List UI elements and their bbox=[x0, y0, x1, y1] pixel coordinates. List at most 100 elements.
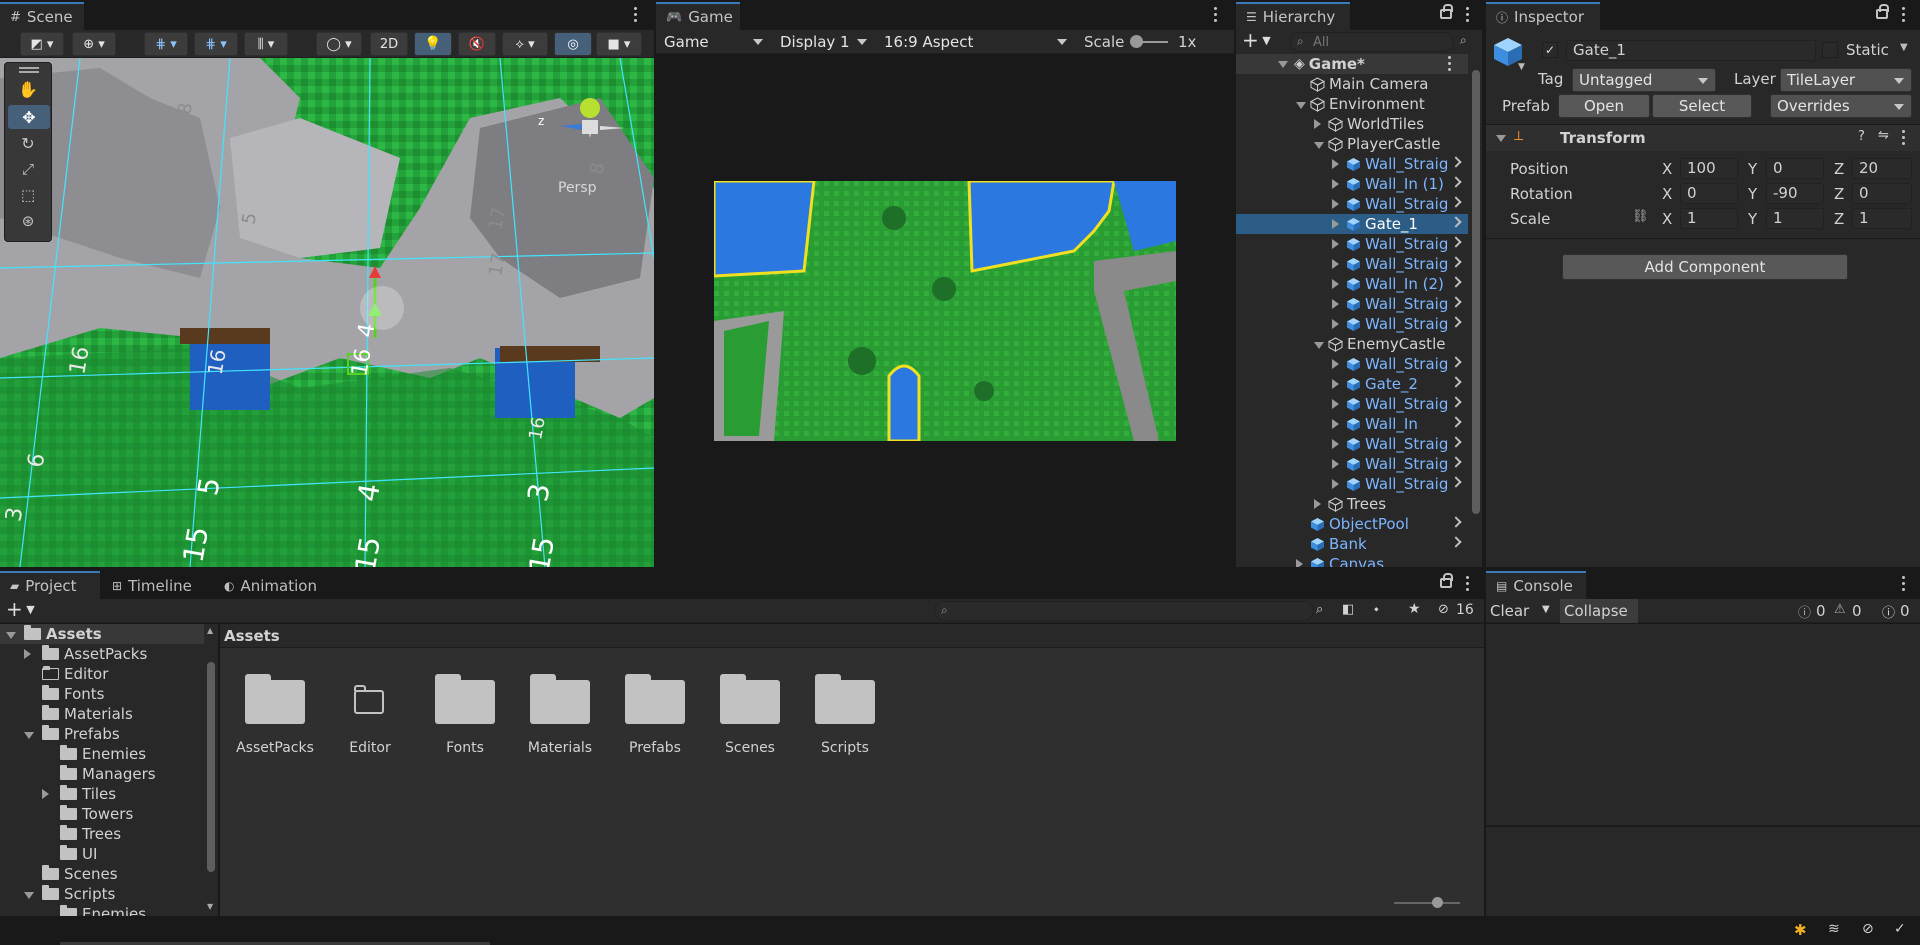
clear-button[interactable]: Clear bbox=[1490, 602, 1529, 620]
prefab-select-button[interactable]: Select bbox=[1652, 94, 1752, 118]
favorites-icon[interactable]: ★ bbox=[1408, 601, 1421, 617]
open-prefab-chevron-icon[interactable] bbox=[1450, 256, 1462, 268]
project-lock-icon[interactable] bbox=[1440, 573, 1453, 588]
scale-tool-icon[interactable]: ⤢ bbox=[17, 159, 39, 179]
open-prefab-chevron-icon[interactable] bbox=[1450, 416, 1462, 428]
tab-animation[interactable]: ◐ Animation bbox=[214, 571, 327, 599]
console-menu-icon[interactable] bbox=[1902, 576, 1906, 592]
asset-folder[interactable]: Editor bbox=[325, 654, 415, 756]
hidden-objects-button[interactable]: ◎ bbox=[554, 32, 592, 56]
project-tree-item[interactable]: Fonts bbox=[0, 684, 204, 704]
project-create-button[interactable]: + ▼ bbox=[6, 599, 42, 621]
scale-z-field[interactable]: 1 bbox=[1852, 208, 1912, 229]
asset-folder[interactable]: Fonts bbox=[420, 654, 510, 756]
tab-game[interactable]: 🎮 Game bbox=[656, 2, 740, 30]
expand-arrow-icon[interactable] bbox=[1332, 395, 1342, 413]
tab-project[interactable]: ▰ Project bbox=[0, 571, 100, 599]
expand-arrow-icon[interactable] bbox=[1278, 60, 1288, 68]
grid-snap-button[interactable]: ⋕ ▾ bbox=[144, 32, 188, 56]
hierarchy-item[interactable]: Trees bbox=[1236, 494, 1468, 514]
expand-arrow-icon[interactable] bbox=[1332, 275, 1342, 293]
persp-label[interactable]: Persp bbox=[558, 180, 597, 196]
draw-mode-button[interactable]: ◩ ▾ bbox=[20, 32, 64, 56]
expand-arrow-icon[interactable] bbox=[1332, 355, 1342, 373]
project-tree-item[interactable]: Scenes bbox=[0, 864, 204, 884]
expand-arrow-icon[interactable] bbox=[1314, 495, 1324, 513]
expand-arrow-icon[interactable] bbox=[1314, 115, 1324, 133]
project-tree-item[interactable]: Enemies bbox=[0, 744, 204, 764]
open-prefab-chevron-icon[interactable] bbox=[1450, 316, 1462, 328]
hierarchy-item[interactable]: Wall_Straig bbox=[1236, 154, 1468, 174]
open-prefab-chevron-icon[interactable] bbox=[1450, 356, 1462, 368]
scene-menu-icon[interactable] bbox=[634, 7, 638, 23]
debug-bug-icon[interactable]: ✱ bbox=[1794, 921, 1807, 939]
project-menu-icon[interactable] bbox=[1466, 576, 1470, 592]
open-prefab-chevron-icon[interactable] bbox=[1450, 396, 1462, 408]
scene-viewport[interactable]: 16 16 4 15 5 15 4 15 3 16 6 5 17 17 8 8 … bbox=[0, 58, 654, 567]
hierarchy-item[interactable]: PlayerCastle bbox=[1236, 134, 1468, 154]
expand-arrow-icon[interactable] bbox=[6, 625, 18, 643]
open-prefab-chevron-icon[interactable] bbox=[1450, 276, 1462, 288]
console-detail-area[interactable] bbox=[1486, 827, 1920, 916]
project-tree-scrollbar[interactable]: ▲ ▼ bbox=[204, 624, 218, 916]
hierarchy-item[interactable]: EnemyCastle bbox=[1236, 334, 1468, 354]
transform-header[interactable]: ⟂ Transform ? ⇋ bbox=[1486, 125, 1920, 151]
project-tree-item[interactable]: Prefabs bbox=[0, 724, 204, 744]
game-view-select[interactable]: Game bbox=[658, 30, 770, 54]
position-x-field[interactable]: 100 bbox=[1680, 158, 1738, 179]
expand-arrow-icon[interactable] bbox=[1332, 195, 1342, 213]
project-tree-item[interactable]: Towers bbox=[0, 804, 204, 824]
filter-by-label-icon[interactable]: ⬩ bbox=[1374, 602, 1379, 617]
tab-hierarchy[interactable]: ☰ Hierarchy bbox=[1236, 2, 1350, 30]
no-connection-icon[interactable]: ⊘ bbox=[1862, 921, 1874, 937]
tab-scene[interactable]: # Scene bbox=[0, 2, 84, 30]
hierarchy-search-field[interactable]: ⌕ bbox=[1290, 32, 1454, 52]
expand-arrow-icon[interactable] bbox=[1332, 415, 1342, 433]
prefab-open-button[interactable]: Open bbox=[1558, 94, 1650, 118]
globe-button[interactable]: ⊕ ▾ bbox=[72, 32, 116, 56]
open-prefab-chevron-icon[interactable] bbox=[1450, 436, 1462, 448]
asset-folder[interactable]: Scenes bbox=[705, 654, 795, 756]
expand-arrow-icon[interactable] bbox=[1332, 175, 1342, 193]
expand-arrow-icon[interactable] bbox=[1332, 455, 1342, 473]
project-tree-item[interactable]: AssetPacks bbox=[0, 644, 204, 664]
project-tree-item[interactable]: Managers bbox=[0, 764, 204, 784]
expand-arrow-icon[interactable] bbox=[24, 645, 36, 663]
hierarchy-item[interactable]: Wall_Straig bbox=[1236, 294, 1468, 314]
checkmark-icon[interactable]: ✓ bbox=[1894, 921, 1906, 937]
constrain-proportions-icon[interactable]: ⛓ bbox=[1632, 209, 1649, 224]
expand-arrow-icon[interactable] bbox=[1296, 555, 1306, 567]
open-prefab-chevron-icon[interactable] bbox=[1450, 476, 1462, 488]
lighting-toggle-button[interactable]: 💡 bbox=[414, 32, 452, 56]
asset-folder[interactable]: Materials bbox=[515, 654, 605, 756]
hierarchy-item[interactable]: Wall_Straig bbox=[1236, 194, 1468, 214]
inspector-menu-icon[interactable] bbox=[1902, 7, 1906, 23]
project-tree-item[interactable]: Trees bbox=[0, 824, 204, 844]
hierarchy-menu-icon[interactable] bbox=[1466, 7, 1470, 23]
hierarchy-lock-icon[interactable] bbox=[1440, 4, 1453, 19]
open-prefab-chevron-icon[interactable] bbox=[1450, 536, 1462, 548]
hierarchy-item[interactable]: WorldTiles bbox=[1236, 114, 1468, 134]
inspector-lock-icon[interactable] bbox=[1876, 4, 1889, 19]
hierarchy-item[interactable]: Wall_Straig bbox=[1236, 434, 1468, 454]
rotate-tool-icon[interactable]: ↻ bbox=[17, 133, 39, 153]
tag-select[interactable]: Untagged bbox=[1572, 68, 1716, 92]
hierarchy-item[interactable]: Wall_Straig bbox=[1236, 474, 1468, 494]
expand-arrow-icon[interactable] bbox=[1332, 295, 1342, 313]
open-prefab-chevron-icon[interactable] bbox=[1450, 296, 1462, 308]
scale-slider-thumb[interactable] bbox=[1130, 35, 1143, 48]
static-dropdown-icon[interactable]: ▼ bbox=[1900, 42, 1908, 53]
rotation-x-field[interactable]: 0 bbox=[1680, 183, 1738, 204]
camera-button[interactable]: ■ ▾ bbox=[596, 32, 642, 56]
open-prefab-chevron-icon[interactable] bbox=[1450, 176, 1462, 188]
audio-toggle-button[interactable]: 🔇 bbox=[458, 32, 496, 56]
open-prefab-chevron-icon[interactable] bbox=[1450, 376, 1462, 388]
presets-icon[interactable]: ⇋ bbox=[1878, 128, 1889, 143]
expand-arrow-icon[interactable] bbox=[1332, 435, 1342, 453]
open-prefab-chevron-icon[interactable] bbox=[1450, 456, 1462, 468]
expand-arrow-icon[interactable] bbox=[1296, 95, 1306, 113]
hand-tool-icon[interactable]: ✋ bbox=[17, 79, 39, 99]
expand-arrow-icon[interactable] bbox=[1332, 475, 1342, 493]
hierarchy-item[interactable]: Canvas bbox=[1236, 554, 1468, 567]
project-search-field[interactable]: ⌕ bbox=[934, 601, 1314, 621]
